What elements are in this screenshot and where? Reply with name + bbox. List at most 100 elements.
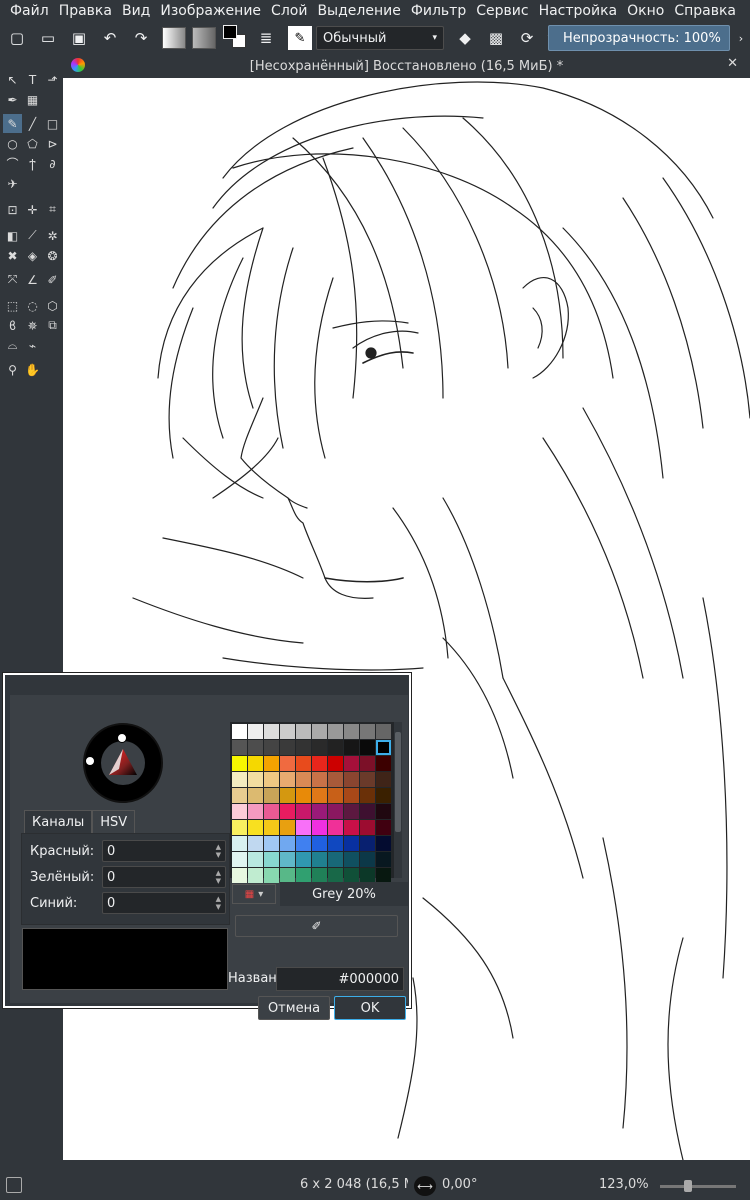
crop-tool-icon[interactable]: ⌗ xyxy=(43,200,62,219)
color-swatch[interactable] xyxy=(296,804,311,819)
color-picker-tool-icon[interactable]: ⟋ xyxy=(23,226,42,245)
color-swatch[interactable] xyxy=(248,820,263,835)
color-swatch[interactable] xyxy=(280,820,295,835)
color-swatch[interactable] xyxy=(344,804,359,819)
color-swatch[interactable] xyxy=(248,724,263,739)
gradient-tool-icon[interactable]: ◧ xyxy=(3,226,22,245)
menu-item[interactable]: Настройка xyxy=(534,3,623,19)
palette-chooser-button[interactable]: ▦ ▾ xyxy=(232,884,276,904)
color-swatch[interactable] xyxy=(248,852,263,867)
color-swatch[interactable] xyxy=(280,724,295,739)
magic-wand-tool-icon[interactable]: ✵ xyxy=(23,316,42,335)
color-swatch[interactable] xyxy=(280,756,295,771)
reload-preset-icon[interactable]: ⟳ xyxy=(514,25,540,51)
ellipse-tool-icon[interactable]: ○ xyxy=(3,134,22,153)
magnetic-selection-tool-icon[interactable]: ⌁ xyxy=(23,336,42,355)
color-swatch[interactable] xyxy=(376,836,391,851)
selection-mode-icon[interactable] xyxy=(6,1177,22,1193)
color-swatch[interactable] xyxy=(232,852,247,867)
color-swatch[interactable] xyxy=(312,788,327,803)
open-folder-icon[interactable]: ▭ xyxy=(35,25,61,51)
menu-item[interactable]: Выделение xyxy=(312,3,405,19)
color-swatch[interactable] xyxy=(312,804,327,819)
scrollbar-thumb[interactable] xyxy=(395,732,401,832)
gradient-selector[interactable] xyxy=(162,27,186,49)
color-swatch[interactable] xyxy=(312,772,327,787)
color-swatch[interactable] xyxy=(376,804,391,819)
color-swatch[interactable] xyxy=(264,852,279,867)
color-swatch[interactable] xyxy=(312,740,327,755)
color-swatch[interactable] xyxy=(296,772,311,787)
reference-images-tool-icon[interactable]: ▦ xyxy=(23,90,42,109)
color-swatch[interactable] xyxy=(328,868,343,883)
bezier-tool-icon[interactable]: ⌒ xyxy=(3,154,22,173)
line-tool-icon[interactable]: ╱ xyxy=(23,114,42,133)
color-triangle[interactable] xyxy=(107,747,139,779)
eraser-icon[interactable]: ◆ xyxy=(452,25,478,51)
foreground-background-colors[interactable] xyxy=(223,25,249,51)
similar-color-selection-tool-icon[interactable]: ⧉ xyxy=(43,316,62,335)
bezier-selection-tool-icon[interactable]: ⌓ xyxy=(3,336,22,355)
color-swatch[interactable] xyxy=(232,820,247,835)
edit-shapes-tool-icon[interactable]: ⬏ xyxy=(43,70,62,89)
color-swatch[interactable] xyxy=(264,836,279,851)
brush-settings-icon[interactable]: ≣ xyxy=(253,25,279,51)
color-swatch[interactable] xyxy=(328,740,343,755)
new-document-icon[interactable]: ▢ xyxy=(4,25,30,51)
freehand-path-tool-icon[interactable]: ϯ xyxy=(23,154,42,173)
color-swatch[interactable] xyxy=(312,724,327,739)
cancel-button[interactable]: Отмена xyxy=(258,996,330,1020)
hue-ring-handle[interactable] xyxy=(117,733,127,743)
color-swatch[interactable] xyxy=(376,852,391,867)
color-swatch[interactable] xyxy=(328,804,343,819)
color-swatch[interactable] xyxy=(376,772,391,787)
color-swatch[interactable] xyxy=(312,852,327,867)
color-swatch[interactable] xyxy=(344,772,359,787)
menu-item[interactable]: Файл xyxy=(5,3,54,19)
spin-arrows-icon[interactable]: ▲ ▼ xyxy=(216,895,221,911)
assistant-tool-icon[interactable]: ⤧ xyxy=(3,270,22,289)
polygon-tool-icon[interactable]: ⬠ xyxy=(23,134,42,153)
freehand-brush-tool-icon[interactable]: ✎ xyxy=(3,114,22,133)
fill-tool-icon[interactable]: ◈ xyxy=(23,246,42,265)
tab-channels[interactable]: Каналы xyxy=(24,810,93,834)
tab-hsv[interactable]: HSV xyxy=(92,810,136,834)
color-swatch[interactable] xyxy=(344,756,359,771)
zoom-slider[interactable] xyxy=(660,1185,736,1188)
color-swatch[interactable] xyxy=(344,740,359,755)
toolbar-overflow-icon[interactable]: › xyxy=(734,25,748,51)
pan-tool-icon[interactable]: ✋ xyxy=(23,360,42,379)
color-swatch[interactable] xyxy=(312,836,327,851)
menu-item[interactable]: Вид xyxy=(117,3,155,19)
color-swatch[interactable] xyxy=(232,772,247,787)
color-swatch[interactable] xyxy=(248,772,263,787)
color-swatch[interactable] xyxy=(296,740,311,755)
spin-arrows-icon[interactable]: ▲ ▼ xyxy=(216,843,221,859)
color-swatch[interactable] xyxy=(296,820,311,835)
foreground-color-swatch[interactable] xyxy=(223,25,237,39)
menu-item[interactable]: Сервис xyxy=(471,3,533,19)
color-swatch[interactable] xyxy=(264,724,279,739)
color-swatch[interactable] xyxy=(232,804,247,819)
color-swatch[interactable] xyxy=(264,740,279,755)
color-swatch[interactable] xyxy=(296,852,311,867)
color-swatch[interactable] xyxy=(248,740,263,755)
color-swatch[interactable] xyxy=(360,804,375,819)
measure-tool-icon[interactable]: ∠ xyxy=(23,270,42,289)
color-swatch[interactable] xyxy=(360,868,375,883)
color-swatch[interactable] xyxy=(296,836,311,851)
color-swatch[interactable] xyxy=(296,788,311,803)
color-swatch[interactable] xyxy=(360,724,375,739)
color-swatch[interactable] xyxy=(312,868,327,883)
smart-patch-tool-icon[interactable]: ✖ xyxy=(3,246,22,265)
move-tool-icon[interactable]: ✛ xyxy=(23,200,42,219)
color-swatch[interactable] xyxy=(264,820,279,835)
color-swatch[interactable] xyxy=(312,820,327,835)
color-swatch[interactable] xyxy=(248,836,263,851)
menu-item[interactable]: Слой xyxy=(266,3,312,19)
color-swatch[interactable] xyxy=(360,756,375,771)
color-swatch[interactable] xyxy=(264,804,279,819)
color-swatch[interactable] xyxy=(328,788,343,803)
color-swatch[interactable] xyxy=(232,724,247,739)
opacity-slider[interactable]: Непрозрачность: 100% xyxy=(548,25,730,51)
